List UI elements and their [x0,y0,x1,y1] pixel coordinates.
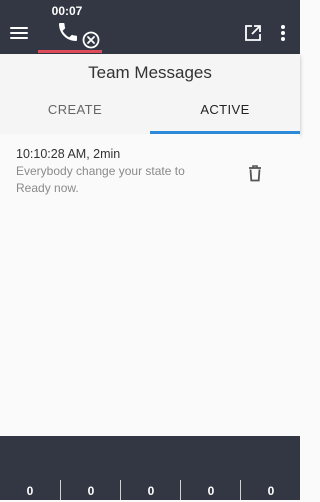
hangup-icon[interactable] [82,31,100,49]
counter[interactable]: 0 [0,480,60,500]
tab-active[interactable]: ACTIVE [150,90,300,134]
panel-title: Team Messages [88,63,212,82]
active-call-indicator[interactable]: 00:07 [38,0,102,54]
counter[interactable]: 0 [120,480,181,500]
footer-bar: 0 0 0 0 0 [0,436,300,500]
menu-icon[interactable] [8,24,30,42]
call-underline [38,50,102,53]
counter[interactable]: 0 [240,480,301,500]
call-timer: 00:07 [51,4,83,18]
delete-icon[interactable] [246,163,264,183]
counter[interactable]: 0 [60,480,121,500]
message-time: 10:10:28 AM, 2min [16,147,121,161]
message-list: 10:10:28 AM, 2min Everybody change your … [0,134,300,436]
panel-header: Team Messages CREATE ACTIVE [0,54,300,134]
popout-icon[interactable] [243,23,263,43]
counter[interactable]: 0 [180,480,241,500]
counters: 0 0 0 0 0 [0,480,300,500]
phone-icon [59,23,77,41]
message-text: Everybody change your state to Ready now… [16,164,185,195]
tab-create[interactable]: CREATE [0,90,150,134]
list-item: 10:10:28 AM, 2min Everybody change your … [0,134,300,204]
top-bar: 00:07 [0,0,300,54]
more-vert-icon[interactable] [276,22,290,44]
